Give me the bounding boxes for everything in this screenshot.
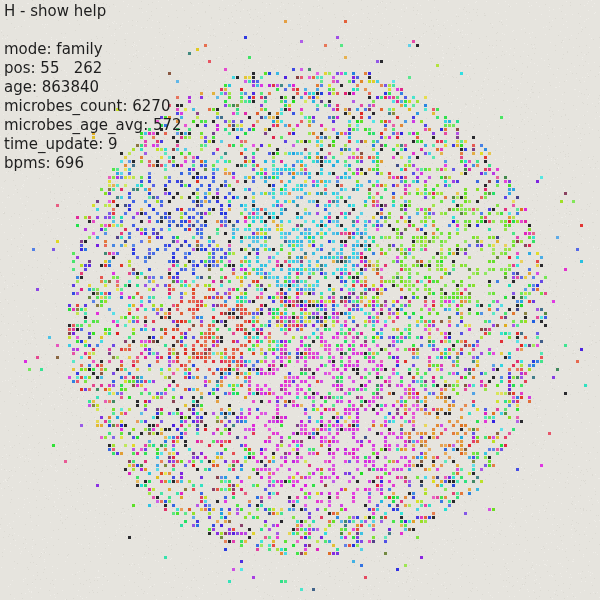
stat-line: age: 863840 (4, 78, 182, 97)
stat-line: microbes_age_avg: 572 (4, 116, 182, 135)
stat-line: time_update: 9 (4, 135, 182, 154)
help-hint: H - show help (4, 2, 182, 21)
stat-line: microbes_count: 6270 (4, 97, 182, 116)
stat-line: pos: 55 262 (4, 59, 182, 78)
stat-line: bpms: 696 (4, 154, 182, 173)
simulation-screen: H - show help mode: familypos: 55 262age… (0, 0, 600, 600)
stat-line: mode: family (4, 40, 182, 59)
hud-overlay: H - show help mode: familypos: 55 262age… (4, 2, 182, 173)
